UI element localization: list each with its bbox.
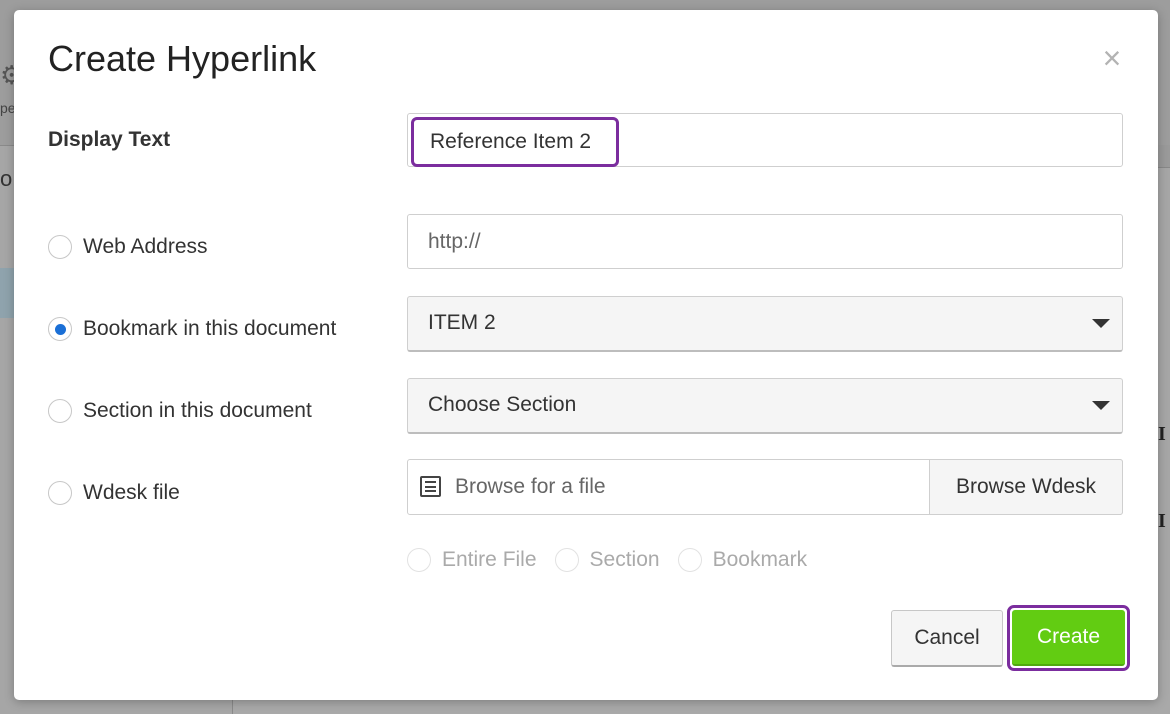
background-selected-item	[0, 268, 14, 318]
section-radio[interactable]	[48, 399, 72, 423]
option-wdesk-file[interactable]: Wdesk file	[48, 478, 180, 508]
close-icon[interactable]: ×	[1100, 42, 1124, 74]
background-doc-text: I	[1158, 423, 1166, 445]
web-address-input[interactable]: http://	[407, 214, 1123, 269]
cancel-button[interactable]: Cancel	[891, 610, 1003, 667]
file-picker-placeholder[interactable]: Browse for a file	[455, 460, 606, 514]
entire-file-label: Entire File	[442, 548, 537, 571]
web-address-label: Web Address	[83, 235, 208, 258]
section-select-value: Choose Section	[428, 393, 577, 416]
caret-down-icon	[1092, 401, 1110, 410]
display-text-input[interactable]: Reference Item 2	[411, 117, 619, 167]
display-text-label: Display Text	[48, 128, 171, 151]
file-link-type-group: Entire File Section Bookmark	[407, 545, 825, 575]
web-address-radio[interactable]	[48, 235, 72, 259]
bookmark-label: Bookmark in this document	[83, 317, 337, 340]
file-section-radio	[554, 548, 579, 572]
create-hyperlink-dialog: Create Hyperlink × Display Text Referenc…	[14, 10, 1158, 700]
section-select[interactable]: Choose Section	[407, 378, 1123, 434]
wdesk-file-radio[interactable]	[48, 481, 72, 505]
option-web-address[interactable]: Web Address	[48, 232, 208, 262]
browse-wdesk-button[interactable]: Browse Wdesk	[929, 459, 1123, 515]
display-text-field[interactable]: Reference Item 2	[407, 113, 1123, 167]
create-button[interactable]: Create	[1012, 610, 1125, 666]
caret-down-icon	[1092, 319, 1110, 328]
bookmark-select[interactable]: ITEM 2	[407, 296, 1123, 352]
wdesk-file-picker[interactable]: Browse for a file Browse Wdesk	[407, 459, 1123, 515]
dialog-title: Create Hyperlink	[48, 38, 317, 79]
entire-file-radio	[407, 548, 431, 572]
section-label: Section in this document	[83, 399, 312, 422]
background-doc-text: I	[1158, 510, 1166, 532]
option-entire-file: Entire File	[407, 548, 537, 572]
option-bookmark[interactable]: Bookmark in this document	[48, 314, 336, 344]
file-list-icon	[420, 476, 441, 497]
option-section[interactable]: Section in this document	[48, 396, 312, 426]
bookmark-select-value: ITEM 2	[428, 311, 496, 334]
create-button-focus-ring: Create	[1007, 605, 1130, 671]
background-sidebar-label: o	[0, 166, 13, 191]
wdesk-file-label: Wdesk file	[83, 481, 180, 504]
file-bookmark-label: Bookmark	[712, 548, 808, 571]
file-bookmark-radio	[677, 548, 702, 572]
bookmark-radio[interactable]	[48, 317, 72, 341]
option-file-bookmark: Bookmark	[677, 548, 808, 572]
file-section-label: Section	[589, 548, 660, 571]
option-file-section: Section	[554, 548, 660, 572]
background-ruler	[1158, 145, 1170, 168]
